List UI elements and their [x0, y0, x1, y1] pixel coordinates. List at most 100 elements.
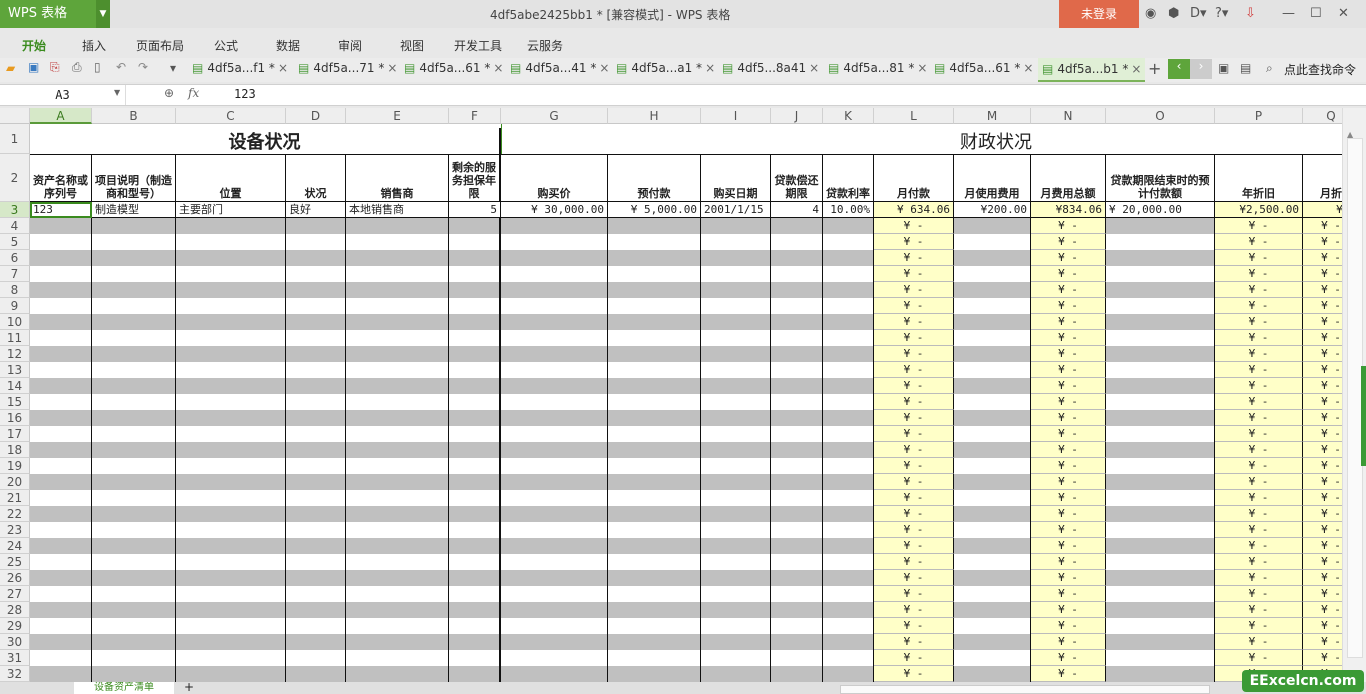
cell-A17[interactable]: [30, 426, 92, 442]
cell-M31[interactable]: [954, 650, 1031, 666]
cell-K5[interactable]: [823, 234, 874, 250]
cell-C18[interactable]: [176, 442, 286, 458]
column-header-A[interactable]: A: [30, 108, 92, 124]
cell-M29[interactable]: [954, 618, 1031, 634]
cell-M23[interactable]: [954, 522, 1031, 538]
cell-B7[interactable]: [92, 266, 176, 282]
cell-N22[interactable]: ¥ -: [1031, 506, 1106, 522]
row-header[interactable]: 7: [0, 266, 30, 282]
column-header-B[interactable]: B: [92, 108, 176, 124]
cell-Q14[interactable]: ¥ -: [1303, 378, 1342, 394]
cell-H16[interactable]: [608, 410, 701, 426]
cell-G11[interactable]: [501, 330, 608, 346]
cell-J9[interactable]: [771, 298, 823, 314]
cell-P24[interactable]: ¥ -: [1215, 538, 1303, 554]
cell-E31[interactable]: [346, 650, 449, 666]
cell-L7[interactable]: ¥ -: [874, 266, 954, 282]
cell-D26[interactable]: [286, 570, 346, 586]
cell-L32[interactable]: ¥ -: [874, 666, 954, 682]
cell-L21[interactable]: ¥ -: [874, 490, 954, 506]
cell-K7[interactable]: [823, 266, 874, 282]
menu-tab-3[interactable]: 公式: [214, 37, 238, 54]
cell-K32[interactable]: [823, 666, 874, 682]
cell-L27[interactable]: ¥ -: [874, 586, 954, 602]
cell-E12[interactable]: [346, 346, 449, 362]
cell-L8[interactable]: ¥ -: [874, 282, 954, 298]
cell-K3[interactable]: 10.00%: [823, 202, 874, 218]
cell-D32[interactable]: [286, 666, 346, 682]
row-header[interactable]: 19: [0, 458, 30, 474]
cell-D5[interactable]: [286, 234, 346, 250]
close-icon[interactable]: ×: [493, 61, 503, 75]
cell-L5[interactable]: ¥ -: [874, 234, 954, 250]
cell-N18[interactable]: ¥ -: [1031, 442, 1106, 458]
cell-C5[interactable]: [176, 234, 286, 250]
cell-I10[interactable]: [701, 314, 771, 330]
cell-P25[interactable]: ¥ -: [1215, 554, 1303, 570]
cell-C3[interactable]: 主要部门: [176, 202, 286, 218]
cell-D14[interactable]: [286, 378, 346, 394]
cell-K16[interactable]: [823, 410, 874, 426]
cell-F28[interactable]: [449, 602, 501, 618]
cell-C31[interactable]: [176, 650, 286, 666]
cell-Q20[interactable]: ¥ -: [1303, 474, 1342, 490]
cell-I29[interactable]: [701, 618, 771, 634]
cell-H12[interactable]: [608, 346, 701, 362]
cell-F20[interactable]: [449, 474, 501, 490]
cell-J22[interactable]: [771, 506, 823, 522]
menu-tab-7[interactable]: 开发工具: [454, 37, 502, 54]
menu-tab-4[interactable]: 数据: [276, 37, 300, 54]
cell-H22[interactable]: [608, 506, 701, 522]
cell-F21[interactable]: [449, 490, 501, 506]
cell-P10[interactable]: ¥ -: [1215, 314, 1303, 330]
cell-J21[interactable]: [771, 490, 823, 506]
row-header[interactable]: 32: [0, 666, 30, 682]
cell-Q22[interactable]: ¥ -: [1303, 506, 1342, 522]
cell-K24[interactable]: [823, 538, 874, 554]
row-header[interactable]: 26: [0, 570, 30, 586]
cell-A8[interactable]: [30, 282, 92, 298]
cell-C22[interactable]: [176, 506, 286, 522]
cell-L26[interactable]: ¥ -: [874, 570, 954, 586]
row-header[interactable]: 9: [0, 298, 30, 314]
cell-C14[interactable]: [176, 378, 286, 394]
cell-H14[interactable]: [608, 378, 701, 394]
cell-N4[interactable]: ¥ -: [1031, 218, 1106, 234]
cell-L29[interactable]: ¥ -: [874, 618, 954, 634]
print-icon[interactable]: ⎙: [72, 60, 82, 75]
cell-G29[interactable]: [501, 618, 608, 634]
row-header[interactable]: 25: [0, 554, 30, 570]
cell-B28[interactable]: [92, 602, 176, 618]
cell-C17[interactable]: [176, 426, 286, 442]
cell-A15[interactable]: [30, 394, 92, 410]
row-header[interactable]: 5: [0, 234, 30, 250]
cell-K31[interactable]: [823, 650, 874, 666]
cell-C6[interactable]: [176, 250, 286, 266]
cell-D20[interactable]: [286, 474, 346, 490]
cell-P12[interactable]: ¥ -: [1215, 346, 1303, 362]
cell-K20[interactable]: [823, 474, 874, 490]
cell-Q8[interactable]: ¥ -: [1303, 282, 1342, 298]
cell-A28[interactable]: [30, 602, 92, 618]
column-header-D[interactable]: D: [286, 108, 346, 124]
row-header[interactable]: 29: [0, 618, 30, 634]
cell-F14[interactable]: [449, 378, 501, 394]
cell-N14[interactable]: ¥ -: [1031, 378, 1106, 394]
cell-G3[interactable]: ¥ 30,000.00: [501, 202, 608, 218]
cell-J7[interactable]: [771, 266, 823, 282]
cell-O15[interactable]: [1106, 394, 1215, 410]
cell-G30[interactable]: [501, 634, 608, 650]
cell-G13[interactable]: [501, 362, 608, 378]
cell-Q11[interactable]: ¥ -: [1303, 330, 1342, 346]
cell-O30[interactable]: [1106, 634, 1215, 650]
cell-G6[interactable]: [501, 250, 608, 266]
cell-B23[interactable]: [92, 522, 176, 538]
cell-J8[interactable]: [771, 282, 823, 298]
cell-P26[interactable]: ¥ -: [1215, 570, 1303, 586]
cell-K21[interactable]: [823, 490, 874, 506]
cell-H27[interactable]: [608, 586, 701, 602]
row-header[interactable]: 27: [0, 586, 30, 602]
tab-list-icon[interactable]: ▤: [1240, 61, 1251, 75]
cell-D16[interactable]: [286, 410, 346, 426]
cell-H13[interactable]: [608, 362, 701, 378]
